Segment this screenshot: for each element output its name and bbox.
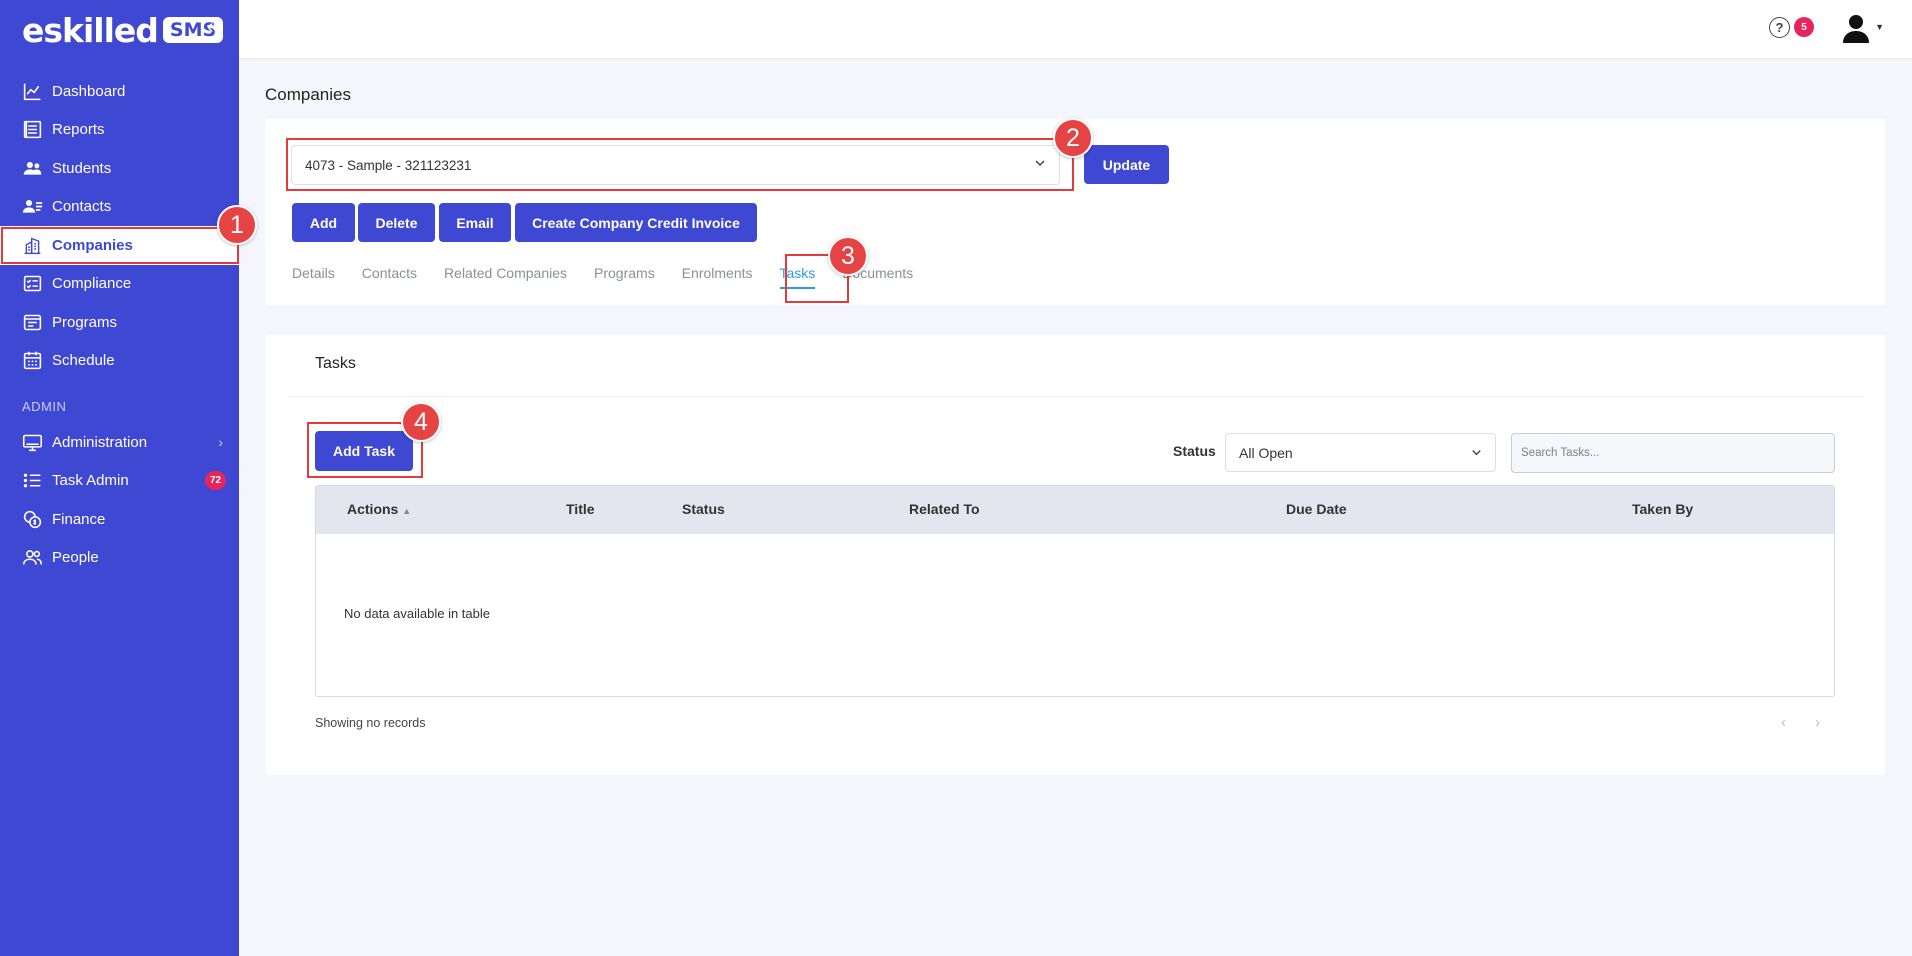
building-icon	[21, 234, 43, 256]
empty-table-message: No data available in table	[344, 606, 490, 621]
chart-line-icon	[21, 80, 43, 102]
tasks-table: Actions ▲ Title Status Related To Due Da…	[315, 485, 1835, 697]
list-icon	[21, 470, 43, 492]
calendar-icon	[21, 350, 43, 372]
logo[interactable]: eskilled SMS	[22, 10, 224, 50]
sidebar-section-admin: ADMIN	[22, 398, 67, 414]
sidebar-item-label: Schedule	[52, 352, 115, 370]
logo-text: eskilled	[22, 10, 159, 50]
sidebar-item-label: Compliance	[52, 275, 132, 293]
sidebar-item-people[interactable]: People	[0, 539, 239, 578]
chevron-down-icon	[1472, 450, 1481, 456]
sidebar-item-label: Students	[52, 159, 112, 177]
tab-contacts[interactable]: Contacts	[362, 265, 417, 289]
company-select-value: 4073 - Sample - 321123231	[305, 157, 472, 173]
divider	[287, 396, 1862, 397]
column-related-to[interactable]: Related To	[909, 501, 980, 517]
students-icon	[21, 157, 43, 179]
status-filter-select[interactable]: All Open	[1225, 433, 1496, 472]
column-status[interactable]: Status	[682, 501, 725, 517]
compliance-icon	[21, 273, 43, 295]
add-button[interactable]: Add	[292, 203, 355, 242]
email-button[interactable]: Email	[439, 203, 511, 242]
sidebar-item-dashboard[interactable]: Dashboard	[0, 72, 239, 111]
sidebar-item-students[interactable]: Students	[0, 149, 239, 188]
sidebar-item-administration[interactable]: Administration ›	[0, 423, 239, 462]
sidebar-item-reports[interactable]: Reports	[0, 111, 239, 150]
sidebar-item-label: Finance	[52, 510, 106, 528]
step-marker-2: 2	[1053, 118, 1093, 158]
sidebar-item-label: Reports	[52, 121, 105, 139]
sidebar-item-companies[interactable]: Companies	[0, 226, 239, 265]
tab-tasks[interactable]: Tasks	[779, 265, 815, 289]
status-filter-label: Status	[1173, 443, 1216, 459]
column-title[interactable]: Title	[566, 501, 595, 517]
tab-enrolments[interactable]: Enrolments	[682, 265, 753, 289]
step-marker-3: 3	[828, 236, 868, 276]
update-button[interactable]: Update	[1084, 145, 1169, 184]
column-actions[interactable]: Actions ▲	[347, 501, 411, 517]
notification-badge[interactable]: 5	[1794, 17, 1814, 37]
column-actions-label: Actions	[347, 501, 399, 517]
status-filter-value: All Open	[1239, 444, 1293, 461]
pagination-next-icon[interactable]: ›	[1815, 714, 1820, 731]
chevron-right-icon: ›	[218, 434, 223, 451]
records-count: Showing no records	[315, 716, 426, 730]
sidebar-item-task-admin[interactable]: Task Admin 72	[0, 462, 239, 501]
collapse-sidebar-icon[interactable]: «	[207, 16, 218, 39]
task-admin-badge: 72	[205, 471, 226, 491]
search-tasks-input[interactable]	[1511, 433, 1835, 473]
add-task-button[interactable]: Add Task	[315, 431, 413, 471]
sidebar-nav: Dashboard Reports Students Contacts Comp…	[0, 72, 239, 577]
monitor-icon	[21, 431, 43, 453]
contacts-icon	[21, 196, 43, 218]
sidebar-item-programs[interactable]: Programs	[0, 303, 239, 342]
chevron-down-icon	[1035, 160, 1045, 167]
step-marker-4: 4	[401, 402, 441, 442]
create-credit-invoice-button[interactable]: Create Company Credit Invoice	[515, 203, 757, 242]
tab-programs[interactable]: Programs	[594, 265, 655, 289]
user-avatar-icon[interactable]	[1840, 12, 1872, 44]
sidebar-item-finance[interactable]: Finance	[0, 500, 239, 539]
sidebar-item-label: Administration	[52, 433, 148, 451]
sidebar-item-label: People	[52, 549, 99, 567]
delete-button[interactable]: Delete	[358, 203, 435, 242]
sidebar-item-label: Contacts	[52, 198, 112, 216]
topbar: ? 5 ▼	[239, 0, 1912, 58]
sidebar-item-label: Dashboard	[52, 82, 126, 100]
table-header: Actions ▲ Title Status Related To Due Da…	[316, 486, 1834, 534]
step-marker-1: 1	[217, 205, 257, 245]
pagination-prev-icon[interactable]: ‹	[1781, 714, 1786, 731]
tab-details[interactable]: Details	[292, 265, 335, 289]
tasks-title: Tasks	[315, 355, 356, 372]
sidebar-item-compliance[interactable]: Compliance	[0, 265, 239, 304]
sidebar-item-label: Programs	[52, 313, 118, 331]
column-due-date[interactable]: Due Date	[1286, 501, 1347, 517]
sidebar: eskilled SMS « Dashboard Reports Student…	[0, 0, 239, 956]
people-icon	[21, 547, 43, 569]
company-select[interactable]: 4073 - Sample - 321123231	[291, 145, 1060, 185]
report-icon	[21, 119, 43, 141]
sort-asc-icon: ▲	[402, 506, 412, 516]
help-icon[interactable]: ?	[1769, 17, 1790, 38]
sidebar-item-schedule[interactable]: Schedule	[0, 342, 239, 381]
sidebar-item-contacts[interactable]: Contacts	[0, 188, 239, 227]
programs-icon	[21, 311, 43, 333]
page-title: Companies	[265, 85, 351, 104]
coins-icon	[21, 508, 43, 530]
column-taken-by[interactable]: Taken By	[1632, 501, 1693, 517]
sidebar-item-label: Companies	[52, 236, 133, 254]
sidebar-item-label: Task Admin	[52, 472, 129, 490]
chevron-down-icon[interactable]: ▼	[1875, 22, 1884, 32]
tab-related-companies[interactable]: Related Companies	[444, 265, 567, 289]
